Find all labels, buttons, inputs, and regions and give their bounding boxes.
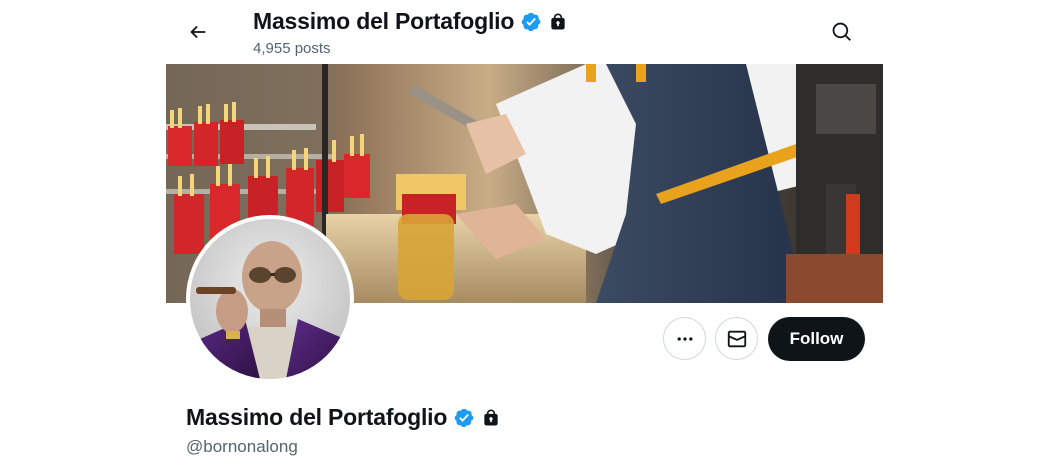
- top-bar: Massimo del Portafoglio 4,955 posts: [166, 0, 883, 64]
- lock-icon: [481, 408, 501, 428]
- header-name: Massimo del Portafoglio: [253, 8, 515, 34]
- mail-icon: [726, 328, 748, 350]
- more-button[interactable]: [663, 317, 706, 360]
- verified-badge-icon[interactable]: [453, 407, 475, 429]
- back-button[interactable]: [180, 14, 216, 50]
- header-posts-count: 4,955 posts: [253, 40, 331, 57]
- verified-badge-icon[interactable]: [520, 11, 542, 33]
- message-button[interactable]: [715, 317, 758, 360]
- profile-actions: Follow: [0, 317, 1050, 361]
- profile-name-row: Massimo del Portafoglio: [186, 404, 501, 431]
- arrow-left-icon: [187, 21, 209, 43]
- profile-display-name: Massimo del Portafoglio: [186, 404, 448, 430]
- follow-button[interactable]: Follow: [768, 317, 865, 361]
- search-button[interactable]: [824, 14, 860, 50]
- header-title-row: Massimo del Portafoglio: [253, 8, 568, 35]
- more-icon: [675, 329, 695, 349]
- lock-icon: [548, 12, 568, 32]
- profile-handle: @bornonalong: [186, 437, 298, 456]
- search-icon: [831, 21, 853, 43]
